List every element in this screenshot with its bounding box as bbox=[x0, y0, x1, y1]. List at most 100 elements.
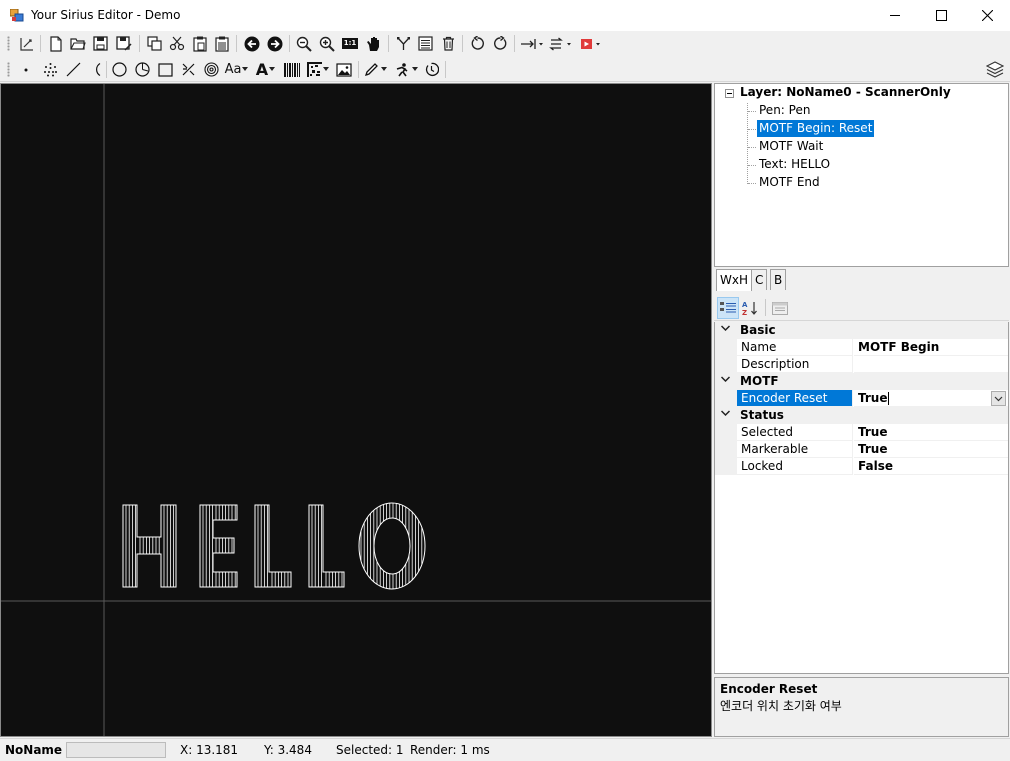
progress-bar bbox=[66, 742, 166, 758]
points-icon bbox=[43, 63, 57, 77]
property-value[interactable]: MOTF Begin bbox=[854, 339, 1008, 356]
point-tool[interactable] bbox=[17, 60, 35, 79]
open-button[interactable] bbox=[68, 34, 88, 53]
image-tool[interactable] bbox=[334, 60, 354, 79]
motf-icon bbox=[396, 63, 407, 77]
property-row[interactable]: Description bbox=[715, 356, 1008, 373]
tree-item-motf-wait[interactable]: MOTF Wait bbox=[757, 138, 825, 155]
tree-item-pen[interactable]: Pen: Pen bbox=[757, 102, 812, 119]
new-document-button[interactable] bbox=[17, 34, 37, 53]
rotate-cw-button[interactable] bbox=[490, 34, 510, 53]
image-icon bbox=[336, 62, 352, 77]
layers-button[interactable] bbox=[984, 60, 1006, 79]
paste-button[interactable] bbox=[190, 34, 210, 53]
value-dropdown-button[interactable] bbox=[991, 391, 1006, 406]
pan-button[interactable] bbox=[363, 34, 383, 53]
align-dropdown-icon bbox=[521, 38, 543, 49]
maximize-button[interactable] bbox=[918, 0, 964, 31]
matrix-code-tool[interactable] bbox=[305, 60, 331, 79]
tree-root-layer[interactable]: Layer: NoName0 - ScannerOnly bbox=[738, 84, 953, 101]
timer-tool[interactable] bbox=[421, 60, 441, 79]
hatch-tool[interactable] bbox=[178, 60, 198, 79]
line-tool[interactable] bbox=[63, 60, 83, 79]
save-as-button[interactable] bbox=[114, 34, 134, 53]
rectangle-tool[interactable] bbox=[155, 60, 175, 79]
property-value[interactable] bbox=[854, 356, 1008, 373]
paste-icon bbox=[193, 36, 207, 52]
zoom-in-button[interactable] bbox=[317, 34, 337, 53]
sort-dropdown[interactable] bbox=[548, 34, 574, 53]
new-file-button[interactable] bbox=[46, 34, 66, 53]
rotate-ccw-button[interactable] bbox=[467, 34, 487, 53]
property-value: True bbox=[858, 391, 888, 405]
points-tool[interactable] bbox=[40, 60, 60, 79]
drawing-canvas[interactable] bbox=[0, 83, 712, 737]
category-status[interactable]: Status bbox=[715, 407, 1008, 424]
node-edit-icon bbox=[396, 37, 410, 50]
next-button[interactable] bbox=[265, 34, 285, 53]
trepan-tool[interactable] bbox=[132, 60, 152, 79]
previous-button[interactable] bbox=[242, 34, 262, 53]
text-icon: Aa bbox=[224, 62, 242, 77]
canvas-drawing bbox=[1, 84, 711, 736]
text-tool[interactable]: Aa bbox=[223, 60, 251, 79]
toolbar-grip[interactable] bbox=[7, 36, 10, 51]
sirius-text-tool[interactable]: A bbox=[254, 60, 278, 79]
property-row[interactable]: Selected True bbox=[715, 424, 1008, 441]
open-folder-icon bbox=[70, 37, 86, 50]
circle-icon bbox=[111, 62, 127, 77]
tab-b[interactable]: B bbox=[770, 269, 787, 290]
tab-wxh[interactable]: WxH bbox=[716, 269, 752, 291]
spiral-tool[interactable] bbox=[201, 60, 221, 79]
encoder-reset-editor[interactable]: True bbox=[854, 390, 1008, 407]
laser-dropdown[interactable] bbox=[578, 34, 604, 53]
motf-dropdown[interactable] bbox=[392, 60, 420, 79]
tree-item-motf-begin[interactable]: MOTF Begin: Reset bbox=[757, 120, 875, 137]
alphabetical-button[interactable]: AZ bbox=[739, 297, 761, 319]
minimize-button[interactable] bbox=[872, 0, 918, 31]
list-button[interactable] bbox=[415, 34, 435, 53]
category-basic[interactable]: Basic bbox=[715, 322, 1008, 339]
paste-array-button[interactable] bbox=[212, 34, 232, 53]
property-pages-button[interactable] bbox=[769, 297, 791, 319]
property-row-selected[interactable]: Encoder Reset True bbox=[715, 390, 1008, 407]
category-label: Status bbox=[740, 408, 784, 422]
pen-dropdown[interactable] bbox=[362, 60, 390, 79]
close-button[interactable] bbox=[964, 0, 1010, 31]
rotate-cw-icon bbox=[493, 36, 506, 50]
copy-button[interactable] bbox=[144, 34, 164, 53]
text-caret bbox=[888, 392, 890, 405]
property-value[interactable]: True bbox=[854, 441, 1008, 458]
arc-tool[interactable] bbox=[85, 60, 105, 79]
node-edit-button[interactable] bbox=[393, 34, 413, 53]
timer-icon bbox=[425, 62, 439, 77]
tree-item-motf-end[interactable]: MOTF End bbox=[757, 174, 822, 191]
new-document-icon bbox=[20, 37, 33, 51]
property-help-panel: Encoder Reset 엔코더 위치 초기화 여부 bbox=[714, 677, 1009, 737]
categorized-button[interactable] bbox=[717, 297, 739, 319]
property-row[interactable]: Name MOTF Begin bbox=[715, 339, 1008, 356]
tree-item-text-hello[interactable]: Text: HELLO bbox=[757, 156, 832, 173]
letter-e bbox=[199, 504, 238, 588]
zoom-out-button[interactable] bbox=[294, 34, 314, 53]
hello-text-entity[interactable] bbox=[122, 502, 426, 590]
category-motf[interactable]: MOTF bbox=[715, 373, 1008, 390]
drawing-toolbar: Aa A bbox=[0, 57, 1010, 82]
property-row[interactable]: Locked False bbox=[715, 458, 1008, 475]
barcode-tool[interactable] bbox=[282, 60, 302, 79]
delete-button[interactable] bbox=[438, 34, 458, 53]
category-label: MOTF bbox=[740, 374, 779, 388]
circle-tool[interactable] bbox=[109, 60, 129, 79]
cut-button[interactable] bbox=[167, 34, 187, 53]
svg-text:Z: Z bbox=[742, 309, 747, 316]
tab-c[interactable]: C bbox=[751, 269, 768, 290]
save-button[interactable] bbox=[90, 34, 110, 53]
align-dropdown[interactable] bbox=[519, 34, 545, 53]
collapse-toggle[interactable] bbox=[725, 89, 734, 98]
zoom-actual-button[interactable]: 1:1 bbox=[340, 34, 360, 53]
property-value[interactable]: True bbox=[854, 424, 1008, 441]
toolbar-grip[interactable] bbox=[7, 62, 10, 77]
property-value[interactable]: False bbox=[854, 458, 1008, 475]
property-row[interactable]: Markerable True bbox=[715, 441, 1008, 458]
pen-icon bbox=[364, 63, 378, 77]
